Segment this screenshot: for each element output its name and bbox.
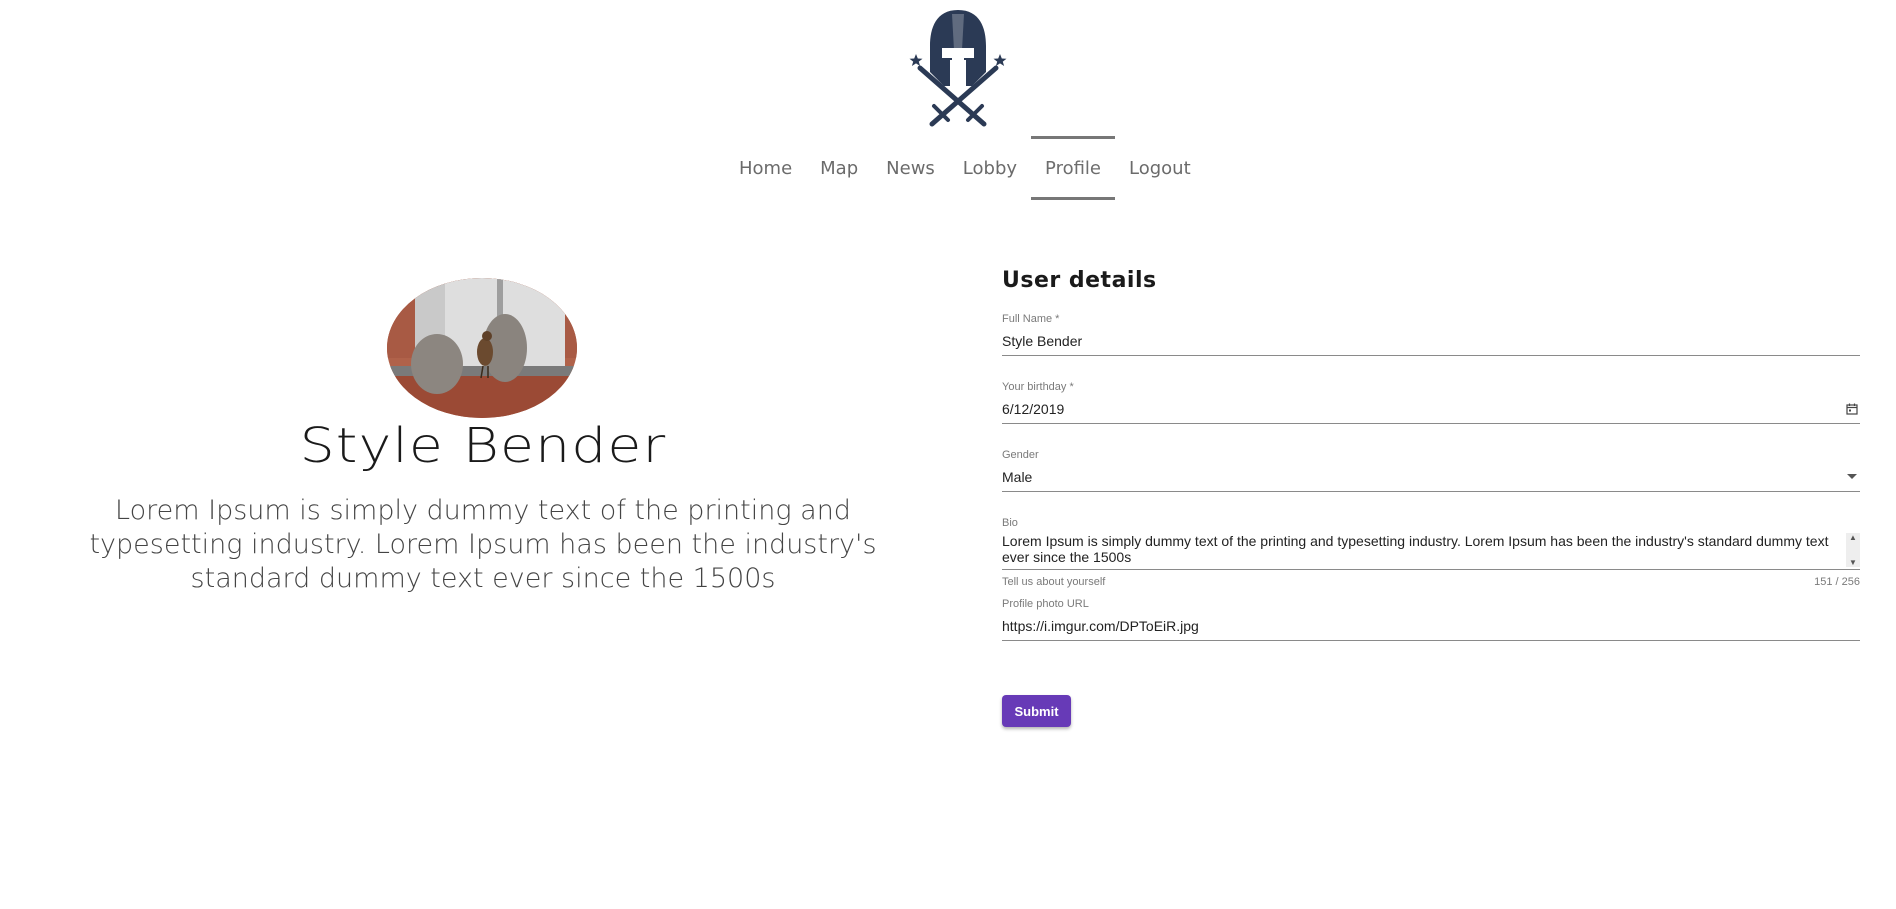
nav-map[interactable]: Map — [806, 136, 872, 200]
scroll-down-icon[interactable]: ▼ — [1849, 558, 1857, 567]
bird-photo-icon — [387, 278, 577, 418]
profile-bio: Lorem Ipsum is simply dummy text of the … — [89, 495, 877, 594]
birthday-value: 6/12/2019 — [1002, 401, 1065, 417]
submit-button[interactable]: Submit — [1002, 695, 1071, 727]
avatar — [387, 278, 577, 418]
full-name-input[interactable]: Style Bender — [1002, 329, 1860, 356]
nav-map-label: Map — [820, 157, 859, 179]
bio-hint: Tell us about yourself — [1002, 576, 1106, 588]
birthday-field: Your birthday * 6/12/2019 — [1002, 381, 1860, 424]
full-name-label: Full Name * — [1002, 313, 1060, 325]
bio-scrollbar[interactable]: ▲ ▼ — [1846, 533, 1860, 567]
bio-label: Bio — [1002, 517, 1018, 529]
bio-textarea[interactable]: Lorem Ipsum is simply dummy text of the … — [1002, 533, 1860, 570]
birthday-label: Your birthday * — [1002, 381, 1074, 393]
gender-select[interactable]: Male — [1002, 465, 1860, 492]
scroll-up-icon[interactable]: ▲ — [1849, 533, 1857, 542]
full-name-value: Style Bender — [1002, 333, 1083, 349]
gender-label: Gender — [1002, 449, 1039, 461]
birthday-input[interactable]: 6/12/2019 — [1002, 397, 1860, 424]
photo-url-input[interactable]: https://i.imgur.com/DPToEiR.jpg — [1002, 614, 1860, 641]
nav-news-label: News — [886, 157, 935, 179]
bio-counter: 151 / 256 — [1814, 576, 1860, 588]
nav-lobby[interactable]: Lobby — [949, 136, 1031, 200]
photo-url-value: https://i.imgur.com/DPToEiR.jpg — [1002, 618, 1199, 634]
nav-lobby-label: Lobby — [962, 157, 1018, 179]
form-title: User details — [1002, 268, 1157, 293]
full-name-field: Full Name * Style Bender — [1002, 313, 1860, 356]
photo-url-label: Profile photo URL — [1002, 598, 1089, 610]
nav-home[interactable]: Home — [725, 136, 806, 200]
bio-field: Bio Lorem Ipsum is simply dummy text of … — [1002, 517, 1860, 588]
spartan-logo-icon[interactable] — [908, 8, 1008, 130]
dropdown-arrow-icon[interactable] — [1844, 469, 1860, 485]
nav-profile[interactable]: Profile — [1031, 136, 1115, 200]
photo-url-field: Profile photo URL https://i.imgur.com/DP… — [1002, 598, 1860, 641]
main-nav: Home Map News Lobby Profile Logout — [725, 136, 1205, 200]
nav-profile-label: Profile — [1045, 157, 1101, 179]
nav-logout[interactable]: Logout — [1115, 136, 1205, 200]
profile-name: Style Bender — [299, 418, 667, 474]
nav-news[interactable]: News — [872, 136, 949, 200]
bio-value: Lorem Ipsum is simply dummy text of the … — [1002, 533, 1829, 565]
gender-field: Gender Male — [1002, 449, 1860, 492]
nav-logout-label: Logout — [1129, 157, 1191, 179]
profile-page: Home Map News Lobby Profile Logout Style… — [0, 0, 1896, 909]
nav-home-label: Home — [739, 157, 793, 179]
gender-value: Male — [1002, 469, 1033, 485]
calendar-icon[interactable] — [1844, 401, 1860, 417]
bio-hint-row: Tell us about yourself 151 / 256 — [1002, 576, 1860, 588]
